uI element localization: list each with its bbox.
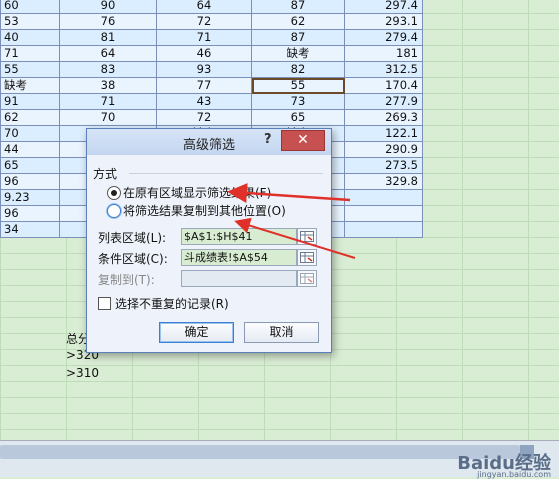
horizontal-scrollbar[interactable]: Baidu经验 jingyan.baidu.com [0, 440, 559, 479]
table-cell[interactable]: 71 [59, 93, 157, 110]
table-row: 91 71 43 73 277.9 [0, 93, 423, 110]
ok-button[interactable]: 确定 [159, 322, 234, 343]
mode-group-label: 方式 [93, 167, 118, 181]
table-cell[interactable]: 87 [251, 0, 345, 14]
table-cell[interactable]: 38 [59, 77, 157, 94]
table-cell[interactable]: 329.8 [344, 173, 423, 190]
table-cell[interactable]: 76 [59, 13, 157, 30]
criteria-range-input[interactable]: 斗成绩表!$A$54 [181, 249, 297, 266]
table-cell[interactable]: 缺考 [0, 77, 60, 94]
table-cell[interactable]: 279.4 [344, 29, 423, 46]
table-row: 62 70 72 65 269.3 [0, 109, 423, 126]
table-cell[interactable]: 43 [156, 93, 252, 110]
list-range-label: 列表区域(L): [98, 231, 167, 245]
copy-to-input[interactable] [181, 270, 297, 287]
table-cell[interactable]: 87 [251, 29, 345, 46]
table-cell[interactable]: 82 [251, 61, 345, 78]
close-button[interactable]: ✕ [281, 130, 325, 151]
table-cell[interactable]: 81 [59, 29, 157, 46]
table-cell[interactable]: 312.5 [344, 61, 423, 78]
table-cell[interactable]: 83 [59, 61, 157, 78]
group-divider [129, 173, 323, 174]
mode-group: 方式 在原有区域显示筛选结果(F) 将筛选结果复制到其他位置(O) [93, 165, 323, 220]
table-row: 55 83 93 82 312.5 [0, 61, 423, 78]
table-cell[interactable]: 170.4 [344, 77, 423, 94]
table-cell[interactable]: 122.1 [344, 125, 423, 142]
table-cell[interactable]: 65 [0, 157, 60, 174]
table-cell[interactable]: 269.3 [344, 109, 423, 126]
table-cell[interactable]: 96 [0, 173, 60, 190]
table-cell[interactable]: 73 [251, 93, 345, 110]
table-cell[interactable]: 46 [156, 45, 252, 62]
table-row: 71 64 46 缺考 181 [0, 45, 423, 62]
free-text-310[interactable]: >310 [66, 366, 99, 380]
table-cell[interactable]: 65 [251, 109, 345, 126]
table-cell[interactable]: 91 [0, 93, 60, 110]
table-cell[interactable]: 62 [0, 109, 60, 126]
table-cell[interactable]: 9.23 [0, 189, 60, 206]
table-cell[interactable]: 71 [0, 45, 60, 62]
table-cell[interactable]: 70 [0, 125, 60, 142]
baidu-watermark-url: jingyan.baidu.com [477, 470, 551, 479]
radio-copy[interactable] [107, 204, 121, 218]
table-cell[interactable]: 96 [0, 205, 60, 222]
table-cell[interactable] [344, 221, 423, 238]
table-cell[interactable]: 34 [0, 221, 60, 238]
table-row: 缺考 38 77 55 170.4 [0, 77, 423, 94]
table-row: 40 81 71 87 279.4 [0, 29, 423, 46]
table-cell[interactable]: 90 [59, 0, 157, 14]
list-range-picker-icon[interactable] [297, 228, 317, 245]
scroll-track[interactable] [0, 445, 520, 459]
table-cell[interactable]: 273.5 [344, 157, 423, 174]
table-cell[interactable]: 缺考 [251, 45, 345, 62]
table-cell[interactable]: 71 [156, 29, 252, 46]
radio-copy-label[interactable]: 将筛选结果复制到其他位置(O) [123, 202, 286, 219]
table-cell[interactable]: 72 [156, 13, 252, 30]
table-cell[interactable] [344, 189, 423, 206]
radio-in-place[interactable] [107, 186, 121, 200]
help-icon[interactable]: ? [264, 132, 272, 147]
table-cell[interactable]: 70 [59, 109, 157, 126]
table-row: 53 76 72 62 293.1 [0, 13, 423, 30]
list-range-input[interactable]: $A$1:$H$41 [181, 228, 297, 245]
table-cell[interactable]: 64 [59, 45, 157, 62]
table-cell[interactable]: 293.1 [344, 13, 423, 30]
table-cell[interactable]: 64 [156, 0, 252, 14]
advanced-filter-dialog: 高级筛选 ? ✕ 方式 在原有区域显示筛选结果(F) 将筛选结果复制到其他位置(… [86, 128, 332, 353]
table-row: 60 90 64 87 297.4 [0, 0, 423, 14]
criteria-range-picker-icon[interactable] [297, 249, 317, 266]
table-cell[interactable]: 277.9 [344, 93, 423, 110]
table-cell[interactable]: 62 [251, 13, 345, 30]
dialog-titlebar[interactable]: 高级筛选 ? ✕ [87, 129, 331, 155]
table-cell[interactable]: 181 [344, 45, 423, 62]
table-cell[interactable]: 297.4 [344, 0, 423, 14]
table-cell[interactable]: 44 [0, 141, 60, 158]
selected-cell[interactable]: 55 [251, 77, 345, 94]
table-cell[interactable]: 290.9 [344, 141, 423, 158]
criteria-range-label: 条件区域(C): [98, 252, 168, 266]
copy-to-picker-icon[interactable] [297, 270, 317, 287]
cancel-button[interactable]: 取消 [244, 322, 319, 343]
table-cell[interactable]: 60 [0, 0, 60, 14]
table-cell[interactable]: 40 [0, 29, 60, 46]
table-cell[interactable] [344, 205, 423, 222]
copy-to-label: 复制到(T): [98, 273, 155, 287]
radio-in-place-label[interactable]: 在原有区域显示筛选结果(F) [123, 184, 271, 201]
table-cell[interactable]: 77 [156, 77, 252, 94]
table-cell[interactable]: 72 [156, 109, 252, 126]
unique-records-checkbox[interactable] [98, 297, 111, 310]
table-cell[interactable]: 53 [0, 13, 60, 30]
table-cell[interactable]: 55 [0, 61, 60, 78]
table-cell[interactable]: 93 [156, 61, 252, 78]
unique-records-label[interactable]: 选择不重复的记录(R) [115, 295, 229, 312]
